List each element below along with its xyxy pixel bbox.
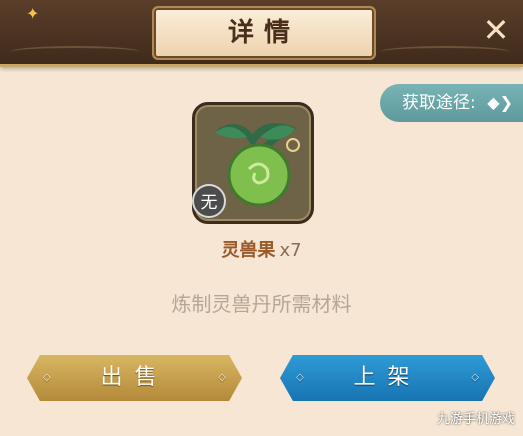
- sell-button[interactable]: ◇ 出售 ◇: [27, 355, 242, 401]
- double-arrow-icon: ◆❯: [487, 93, 513, 112]
- list-button-label: 上架: [353, 365, 422, 390]
- grade-badge: 无: [192, 184, 226, 218]
- acquire-source-button[interactable]: 获取途径: ◆❯: [380, 84, 523, 122]
- sell-button-label: 出售: [100, 365, 169, 390]
- gem-icon: ◇: [296, 372, 304, 383]
- gem-icon: ◇: [43, 372, 51, 383]
- watermark: 九游手机游戏: [436, 412, 515, 427]
- item-name: 灵兽果 x7: [0, 236, 523, 262]
- item-name-text: 灵兽果: [221, 240, 276, 261]
- item-count: x7: [279, 240, 302, 261]
- gem-icon: ◇: [218, 372, 226, 383]
- acquire-source-label: 获取途径:: [402, 93, 476, 113]
- page-title: 详情: [152, 6, 376, 60]
- header-bar: ✦ ✦ 详情 ✕: [0, 0, 523, 67]
- close-icon[interactable]: ✕: [478, 12, 514, 48]
- butterfly-icon: ✦: [26, 4, 40, 23]
- item-description: 炼制灵兽丹所需材料: [171, 292, 352, 316]
- cloud-decoration: [10, 46, 140, 58]
- list-button[interactable]: ◇ 上架 ◇: [280, 355, 495, 401]
- gem-icon: ◇: [471, 372, 479, 383]
